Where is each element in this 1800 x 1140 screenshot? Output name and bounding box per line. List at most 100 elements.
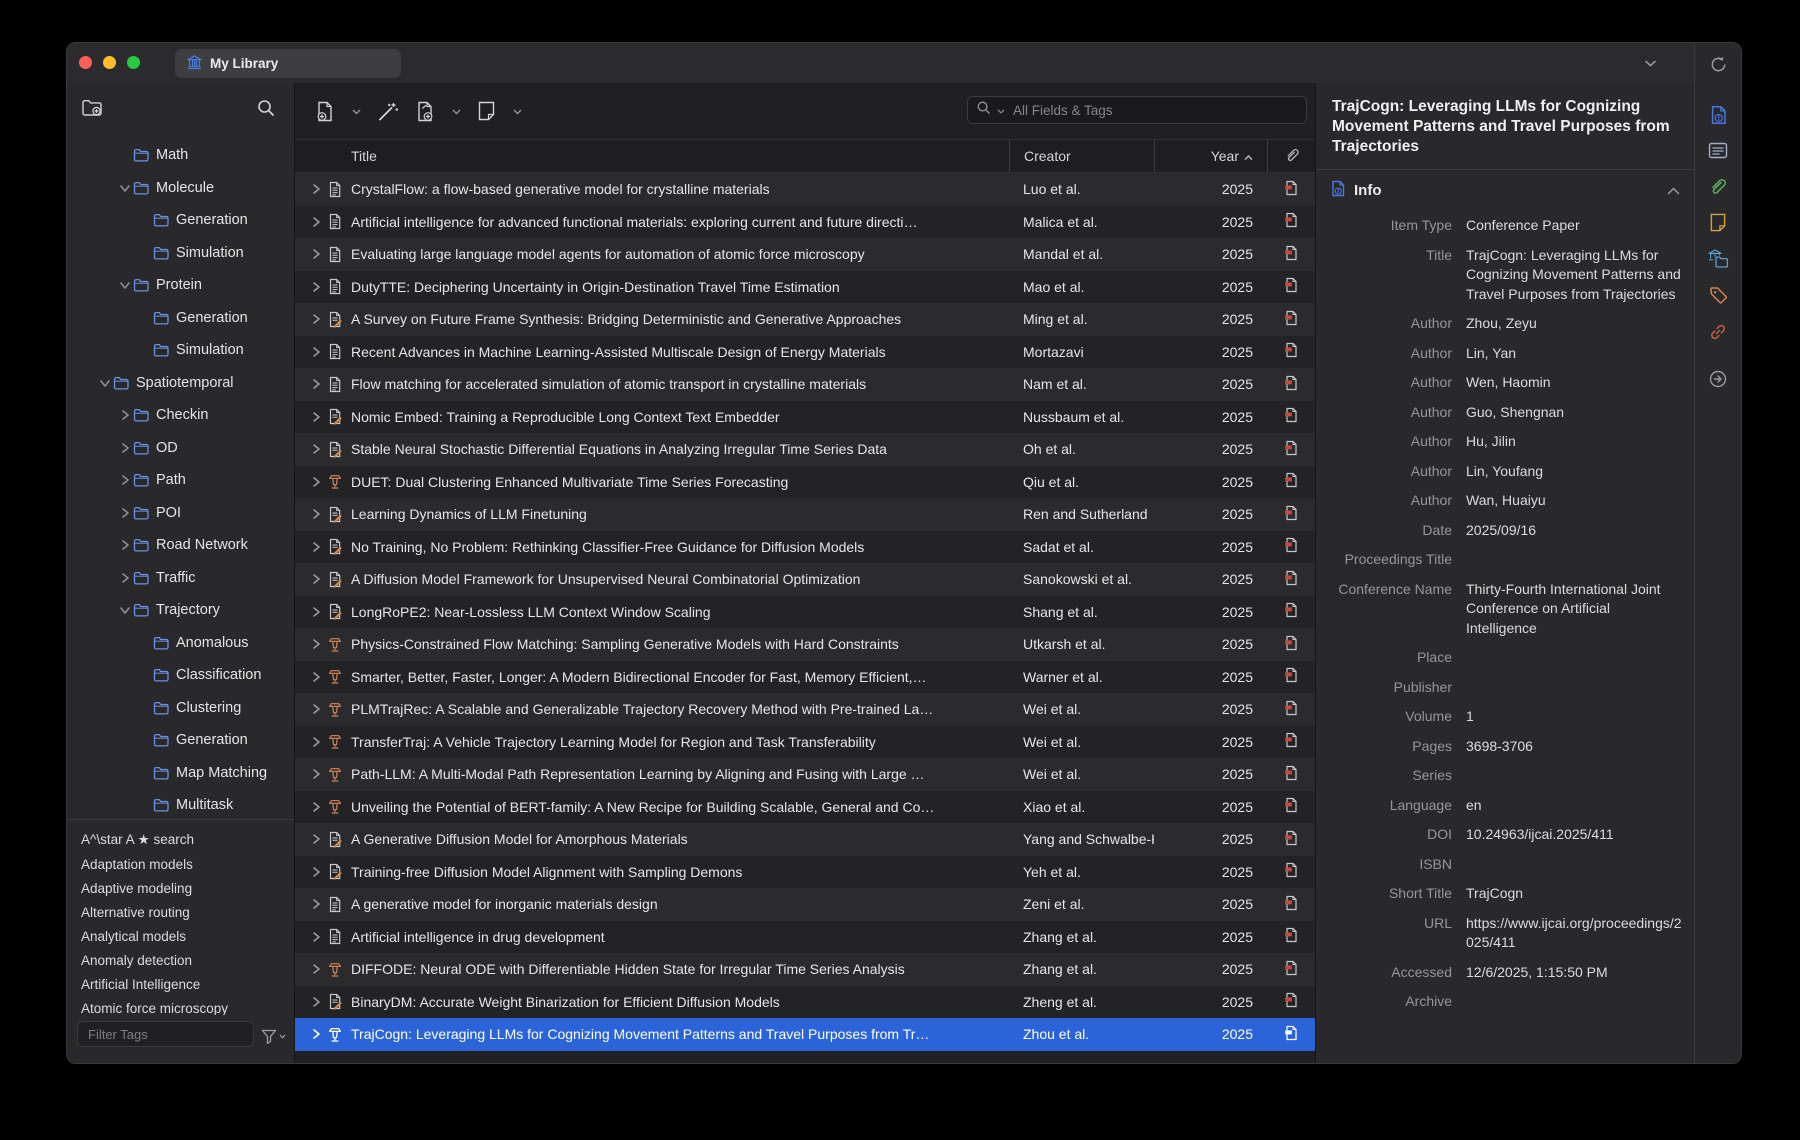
tag-item[interactable]: Alternative routing [81, 900, 294, 924]
field-value[interactable]: Lin, Yan [1466, 344, 1684, 364]
field-value[interactable] [1466, 648, 1684, 668]
collection-row[interactable]: Trajectory [67, 594, 294, 627]
collection-row[interactable]: Molecule [67, 172, 294, 205]
table-row[interactable]: LongRoPE2: Near-Lossless LLM Context Win… [295, 596, 1315, 629]
minimize-button[interactable] [103, 56, 116, 69]
table-row[interactable]: Artificial intelligence in drug developm… [295, 921, 1315, 954]
expand-chevron-icon[interactable] [311, 638, 327, 650]
table-row[interactable]: Stable Neural Stochastic Differential Eq… [295, 433, 1315, 466]
expand-chevron-icon[interactable] [311, 898, 327, 910]
tree-chevron-icon[interactable] [117, 507, 133, 519]
collection-row[interactable]: Road Network [67, 529, 294, 562]
expand-chevron-icon[interactable] [311, 346, 327, 358]
table-row[interactable]: DutyTTE: Deciphering Uncertainty in Orig… [295, 271, 1315, 304]
tree-chevron-icon[interactable] [117, 604, 133, 616]
tag-filter-funnel-icon[interactable] [261, 1029, 286, 1044]
tree-chevron-icon[interactable] [117, 572, 133, 584]
expand-chevron-icon[interactable] [311, 996, 327, 1008]
notes-icon[interactable] [1709, 213, 1727, 232]
field-value[interactable]: Wan, Huaiyu [1466, 491, 1684, 511]
table-row[interactable]: Unveiling the Potential of BERT-family: … [295, 791, 1315, 824]
table-row[interactable]: Recent Advances in Machine Learning-Assi… [295, 336, 1315, 369]
tag-filter-box[interactable] [77, 1021, 254, 1047]
tag-item[interactable]: Adaptation models [81, 852, 294, 876]
info-icon[interactable] [1709, 105, 1728, 125]
collection-row[interactable]: Path [67, 464, 294, 497]
field-value[interactable]: Guo, Shengnan [1466, 403, 1684, 423]
abstract-icon[interactable] [1708, 142, 1728, 159]
field-value[interactable]: Wen, Haomin [1466, 373, 1684, 393]
expand-chevron-icon[interactable] [311, 671, 327, 683]
expand-chevron-icon[interactable] [311, 606, 327, 618]
column-header-attachment[interactable] [1267, 140, 1315, 172]
tree-chevron-icon[interactable] [117, 279, 133, 291]
field-value[interactable]: https://www.ijcai.org/proceedings/2025/4… [1466, 914, 1684, 953]
tree-chevron-icon[interactable] [117, 539, 133, 551]
table-row[interactable]: DUET: Dual Clustering Enhanced Multivari… [295, 466, 1315, 499]
collection-search-icon[interactable] [256, 98, 276, 118]
new-item-button[interactable] [315, 101, 335, 122]
table-row[interactable]: Flow matching for accelerated simulation… [295, 368, 1315, 401]
collection-row[interactable]: Clustering [67, 692, 294, 725]
expand-chevron-icon[interactable] [311, 541, 327, 553]
table-row[interactable]: A generative model for inorganic materia… [295, 888, 1315, 921]
attachments-icon[interactable] [1708, 176, 1728, 196]
collection-row[interactable]: Generation [67, 204, 294, 237]
expand-chevron-icon[interactable] [311, 1028, 327, 1040]
table-row[interactable]: Smarter, Better, Faster, Longer: A Moder… [295, 661, 1315, 694]
expand-chevron-icon[interactable] [311, 833, 327, 845]
new-note-chevron-icon[interactable] [513, 102, 522, 120]
tree-chevron-icon[interactable] [117, 442, 133, 454]
collection-row[interactable]: POI [67, 497, 294, 530]
field-value[interactable]: 2025/09/16 [1466, 521, 1684, 541]
collection-row[interactable]: OD [67, 432, 294, 465]
add-attachment-button[interactable] [415, 101, 435, 122]
table-row[interactable]: No Training, No Problem: Rethinking Clas… [295, 531, 1315, 564]
field-value[interactable] [1466, 678, 1684, 698]
expand-chevron-icon[interactable] [311, 703, 327, 715]
field-value[interactable]: Thirty-Fourth International Joint Confer… [1466, 580, 1684, 639]
collection-row[interactable]: Math [67, 139, 294, 172]
field-value[interactable]: 10.24963/ijcai.2025/411 [1466, 825, 1684, 845]
expand-chevron-icon[interactable] [311, 476, 327, 488]
tags-icon[interactable] [1709, 286, 1728, 305]
expand-chevron-icon[interactable] [311, 183, 327, 195]
tabs-menu-chevron-icon[interactable] [1644, 55, 1657, 73]
collection-row[interactable]: Protein [67, 269, 294, 302]
info-section-header[interactable]: Info [1316, 170, 1694, 209]
library-tab[interactable]: My Library [175, 49, 401, 78]
table-row[interactable]: TransferTraj: A Vehicle Trajectory Learn… [295, 726, 1315, 759]
table-row[interactable]: Path-LLM: A Multi-Modal Path Representat… [295, 758, 1315, 791]
expand-chevron-icon[interactable] [311, 736, 327, 748]
expand-chevron-icon[interactable] [311, 963, 327, 975]
add-attachment-chevron-icon[interactable] [452, 102, 461, 120]
expand-chevron-icon[interactable] [311, 248, 327, 260]
field-value[interactable]: Conference Paper [1466, 216, 1684, 236]
table-row[interactable]: Artificial intelligence for advanced fun… [295, 206, 1315, 239]
search-scope-chevron-icon[interactable] [997, 101, 1005, 119]
collapse-section-chevron-icon[interactable] [1667, 182, 1680, 199]
field-value[interactable]: 12/6/2025, 1:15:50 PM [1466, 963, 1684, 983]
field-value[interactable]: TrajCogn [1466, 884, 1684, 904]
collection-row[interactable]: Anomalous [67, 627, 294, 660]
collection-row[interactable]: Simulation [67, 237, 294, 270]
field-value[interactable]: 1 [1466, 707, 1684, 727]
expand-chevron-icon[interactable] [311, 378, 327, 390]
field-value[interactable]: TrajCogn: Leveraging LLMs for Cognizing … [1466, 246, 1684, 305]
table-row[interactable]: A Generative Diffusion Model for Amorpho… [295, 823, 1315, 856]
tag-item[interactable]: A^\star A ★ search [81, 828, 294, 852]
field-value[interactable]: en [1466, 796, 1684, 816]
related-icon[interactable] [1708, 322, 1728, 342]
expand-chevron-icon[interactable] [311, 931, 327, 943]
field-value[interactable]: 3698-3706 [1466, 737, 1684, 757]
table-row[interactable]: BinaryDM: Accurate Weight Binarization f… [295, 986, 1315, 1019]
tag-item[interactable]: Analytical models [81, 924, 294, 948]
expand-chevron-icon[interactable] [311, 411, 327, 423]
sync-icon[interactable] [1695, 55, 1741, 74]
tag-filter-input[interactable] [86, 1026, 245, 1043]
quick-search-box[interactable] [967, 96, 1307, 124]
table-row[interactable]: DIFFODE: Neural ODE with Differentiable … [295, 953, 1315, 986]
close-button[interactable] [79, 56, 92, 69]
field-value[interactable] [1466, 992, 1684, 1012]
new-item-chevron-icon[interactable] [352, 102, 361, 120]
